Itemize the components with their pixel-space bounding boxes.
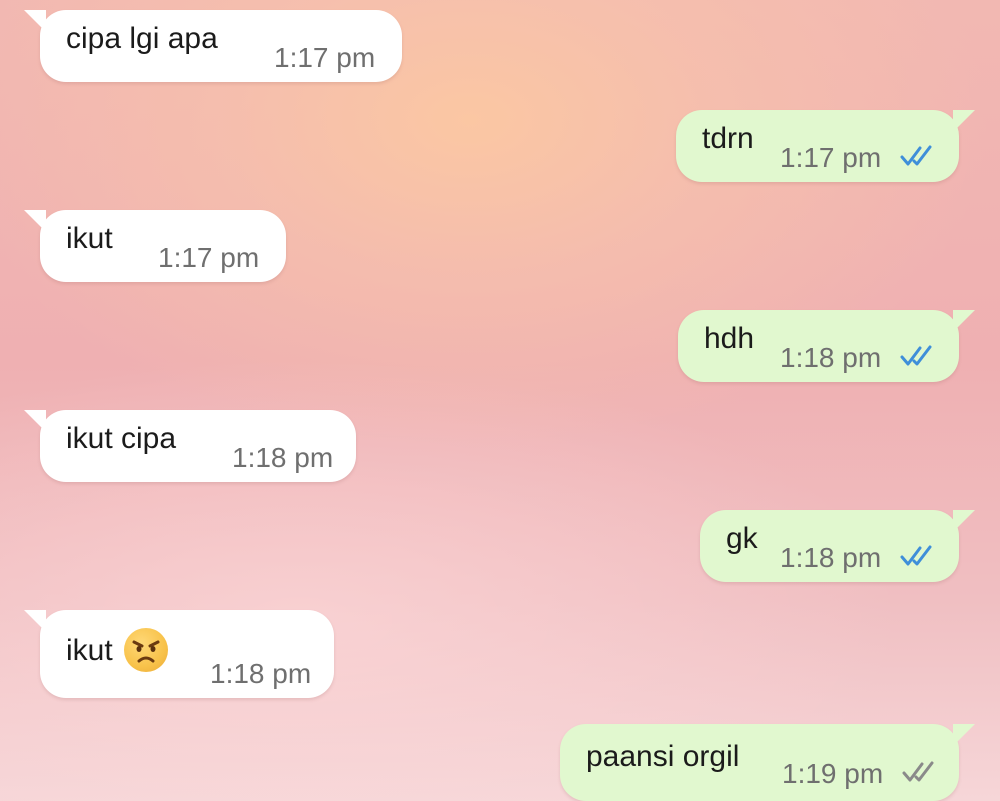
message-text: hdh — [704, 322, 755, 355]
message-time: 1:19 pm — [782, 758, 884, 789]
message-bubble-outgoing[interactable]: tdrn 1:17 pm — [676, 110, 975, 182]
message-bubble-incoming[interactable]: ikut 1:18 pm — [24, 610, 334, 698]
message-time: 1:18 pm — [232, 442, 334, 473]
message-time: 1:18 pm — [210, 658, 312, 689]
message-text: tdrn — [702, 122, 754, 155]
message-text: paansi orgil — [586, 740, 740, 773]
message-bubble-outgoing[interactable]: gk 1:18 pm — [700, 510, 975, 582]
message-text: gk — [726, 522, 758, 555]
message-text: ikut cipa — [66, 422, 177, 455]
message-time: 1:17 pm — [274, 42, 376, 73]
chat-area[interactable]: cipa lgi apa 1:17 pm tdrn 1:17 pm ikut 1… — [0, 0, 1000, 801]
angry-face-emoji — [124, 628, 168, 672]
double-check-icon — [902, 761, 934, 782]
message-text: cipa lgi apa — [66, 22, 218, 55]
message-bubble-incoming[interactable]: ikut 1:17 pm — [24, 210, 286, 282]
message-bubble-incoming[interactable]: cipa lgi apa 1:17 pm — [24, 10, 402, 82]
double-check-icon — [900, 545, 932, 566]
message-bubble-outgoing[interactable]: hdh 1:18 pm — [678, 310, 975, 382]
message-time: 1:18 pm — [780, 342, 882, 373]
message-bubble-outgoing[interactable]: paansi orgil 1:19 pm — [560, 724, 975, 801]
message-time: 1:17 pm — [158, 242, 260, 273]
message-bubble-incoming[interactable]: ikut cipa 1:18 pm — [24, 410, 356, 482]
message-text: ikut — [66, 222, 113, 255]
message-time: 1:17 pm — [780, 142, 882, 173]
message-time: 1:18 pm — [780, 542, 882, 573]
double-check-icon — [900, 145, 932, 166]
double-check-icon — [900, 345, 932, 366]
message-text: ikut — [66, 634, 113, 667]
